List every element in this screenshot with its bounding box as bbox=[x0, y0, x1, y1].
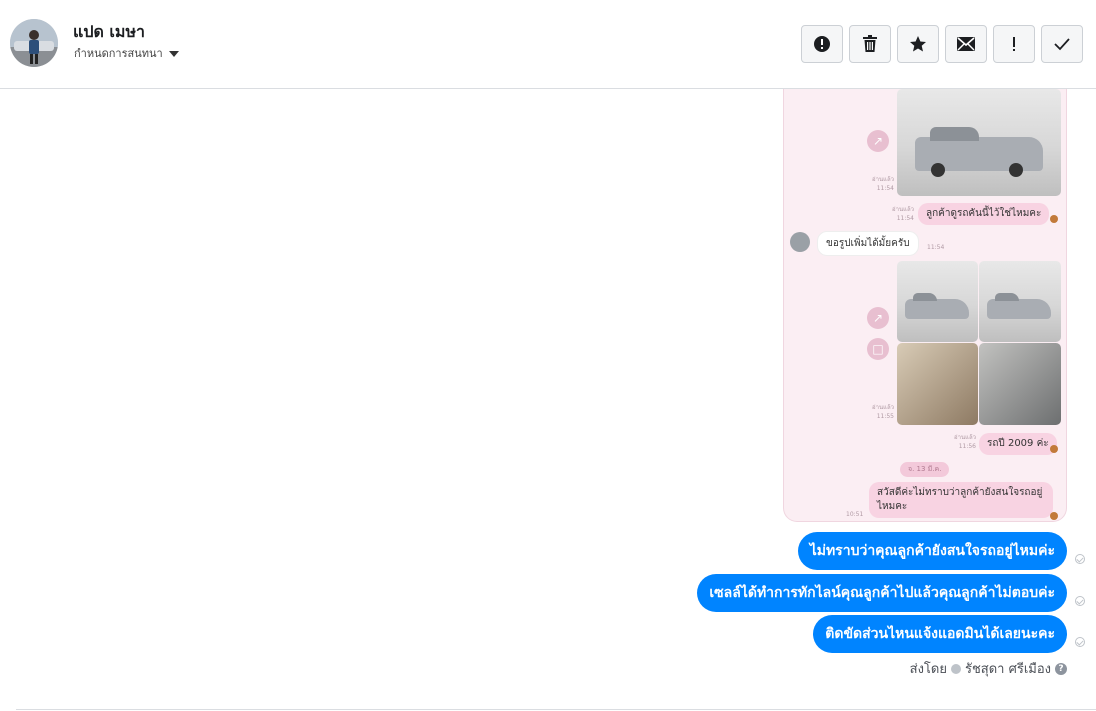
contact-name[interactable]: แปด เมษา bbox=[73, 20, 145, 45]
date-separator: จ. 13 มี.ค. bbox=[900, 462, 950, 477]
follow-up-button[interactable] bbox=[993, 25, 1035, 63]
exclamation-icon bbox=[1013, 37, 1015, 51]
share-icon: ↗ bbox=[867, 130, 889, 152]
conversation-settings-label: กำหนดการสนทนา bbox=[74, 47, 163, 60]
delete-button[interactable] bbox=[849, 25, 891, 63]
outgoing-message[interactable]: ติดขัดส่วนไหนแจ้งแอดมินได้เลยนะคะ bbox=[813, 615, 1067, 653]
share-icon: ↗ bbox=[867, 307, 889, 329]
contact-avatar[interactable] bbox=[10, 19, 58, 67]
outgoing-message[interactable]: ไม่ทราบว่าคุณลูกค้ายังสนใจรถอยู่ไหมค่ะ bbox=[797, 532, 1067, 570]
sticker-icon bbox=[1050, 215, 1058, 223]
trash-icon bbox=[863, 35, 877, 52]
read-time: 11:54 bbox=[896, 215, 914, 222]
read-label: อ่านแล้ว bbox=[872, 176, 894, 183]
sender-name[interactable]: รัชสุดา ศรีเมือง bbox=[965, 658, 1051, 679]
line-message: ขอรูปเพิ่มได้มั้ยครับ bbox=[817, 231, 919, 256]
sticker-icon bbox=[1050, 445, 1058, 453]
read-label: อ่านแล้ว bbox=[872, 404, 894, 411]
message-time: 11:54 bbox=[927, 244, 945, 251]
outgoing-message[interactable]: เซลล์ได้ทำการทักไลน์คุณลูกค้าไปแล้วคุณลู… bbox=[697, 574, 1067, 612]
car-photo bbox=[897, 261, 978, 342]
header-toolbar bbox=[801, 25, 1083, 63]
message-time: 10:51 bbox=[846, 511, 864, 518]
car-door-photo bbox=[979, 343, 1061, 425]
sent-by-label: ส่งโดย bbox=[909, 662, 947, 677]
delivered-icon bbox=[1075, 596, 1085, 606]
conversation-header: แปด เมษา กำหนดการสนทนา bbox=[0, 0, 1096, 89]
envelope-icon bbox=[957, 37, 975, 51]
conversation-settings-dropdown[interactable]: กำหนดการสนทนา bbox=[74, 44, 179, 62]
read-time: 11:55 bbox=[876, 413, 894, 420]
customer-avatar bbox=[790, 232, 810, 252]
divider bbox=[16, 709, 1096, 710]
mark-unread-button[interactable] bbox=[945, 25, 987, 63]
report-button[interactable] bbox=[801, 25, 843, 63]
caret-down-icon bbox=[168, 50, 179, 57]
car-interior-photo bbox=[897, 343, 978, 425]
car-photo bbox=[979, 261, 1061, 342]
mark-done-button[interactable] bbox=[1041, 25, 1083, 63]
read-label: อ่านแล้ว bbox=[892, 206, 914, 213]
star-button[interactable] bbox=[897, 25, 939, 63]
sticker-icon bbox=[1050, 512, 1058, 520]
delivered-icon bbox=[1075, 554, 1085, 564]
sent-by-info: ส่งโดย รัชสุดา ศรีเมือง ? bbox=[910, 658, 1067, 679]
line-message: รถปี 2009 ค่ะ bbox=[979, 433, 1057, 455]
line-message: สวัสดีค่ะไม่ทราบว่าลูกค้ายังสนใจรถอยู่ไห… bbox=[869, 482, 1053, 518]
read-label: อ่านแล้ว bbox=[954, 434, 976, 441]
check-icon bbox=[1054, 38, 1070, 51]
star-icon bbox=[910, 36, 926, 52]
verified-icon bbox=[950, 663, 961, 674]
save-icon: □ bbox=[867, 338, 889, 360]
help-icon[interactable]: ? bbox=[1055, 662, 1067, 675]
delivered-icon bbox=[1075, 637, 1085, 647]
read-time: 11:56 bbox=[958, 443, 976, 450]
read-time: 11:54 bbox=[876, 185, 894, 192]
line-message: ลูกค้าดูรถคันนี้ไว้ใช่ไหมคะ bbox=[918, 203, 1050, 225]
alert-icon bbox=[814, 36, 830, 52]
car-photo bbox=[897, 89, 1061, 196]
image-attachment[interactable]: ↗ อ่านแล้ว 11:54 อ่านแล้ว 11:54 ลูกค้าดู… bbox=[783, 89, 1067, 522]
